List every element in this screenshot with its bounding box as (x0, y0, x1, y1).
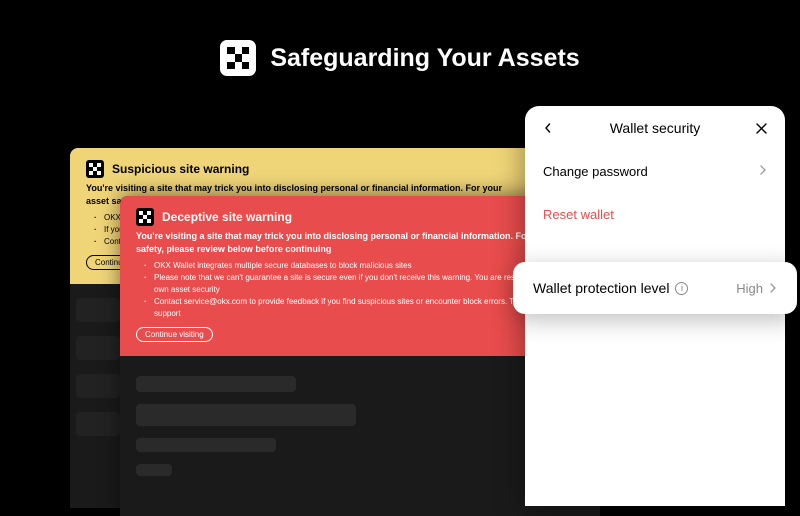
back-icon[interactable] (541, 121, 555, 135)
skeleton-sidebar (76, 298, 120, 450)
brand-logo-icon (136, 208, 154, 226)
wallet-security-panel: Wallet security Change password Reset wa… (525, 106, 785, 506)
suspicious-title: Suspicious site warning (112, 162, 249, 176)
continue-visiting-button[interactable]: Continue visiting (136, 327, 213, 342)
protection-level-label: Wallet protection level i (533, 280, 688, 296)
hero-section: Safeguarding Your Assets (0, 0, 800, 106)
protection-level-row[interactable]: Wallet protection level i High (513, 262, 797, 314)
protection-level-value: High (736, 281, 777, 296)
panel-title: Wallet security (610, 120, 701, 136)
reset-wallet-row[interactable]: Reset wallet (525, 193, 785, 236)
brand-logo (220, 40, 256, 76)
deceptive-body: You're visiting a site that may trick yo… (136, 230, 584, 255)
page-title: Safeguarding Your Assets (270, 44, 579, 73)
chevron-right-icon (759, 165, 767, 178)
brand-logo-icon (86, 160, 104, 178)
reset-wallet-label: Reset wallet (543, 207, 614, 222)
change-password-label: Change password (543, 164, 648, 179)
deceptive-title: Deceptive site warning (162, 210, 292, 224)
panel-header: Wallet security (525, 106, 785, 150)
change-password-row[interactable]: Change password (525, 150, 785, 193)
info-icon[interactable]: i (675, 282, 688, 295)
close-icon[interactable] (755, 121, 769, 135)
chevron-right-icon (769, 283, 777, 293)
